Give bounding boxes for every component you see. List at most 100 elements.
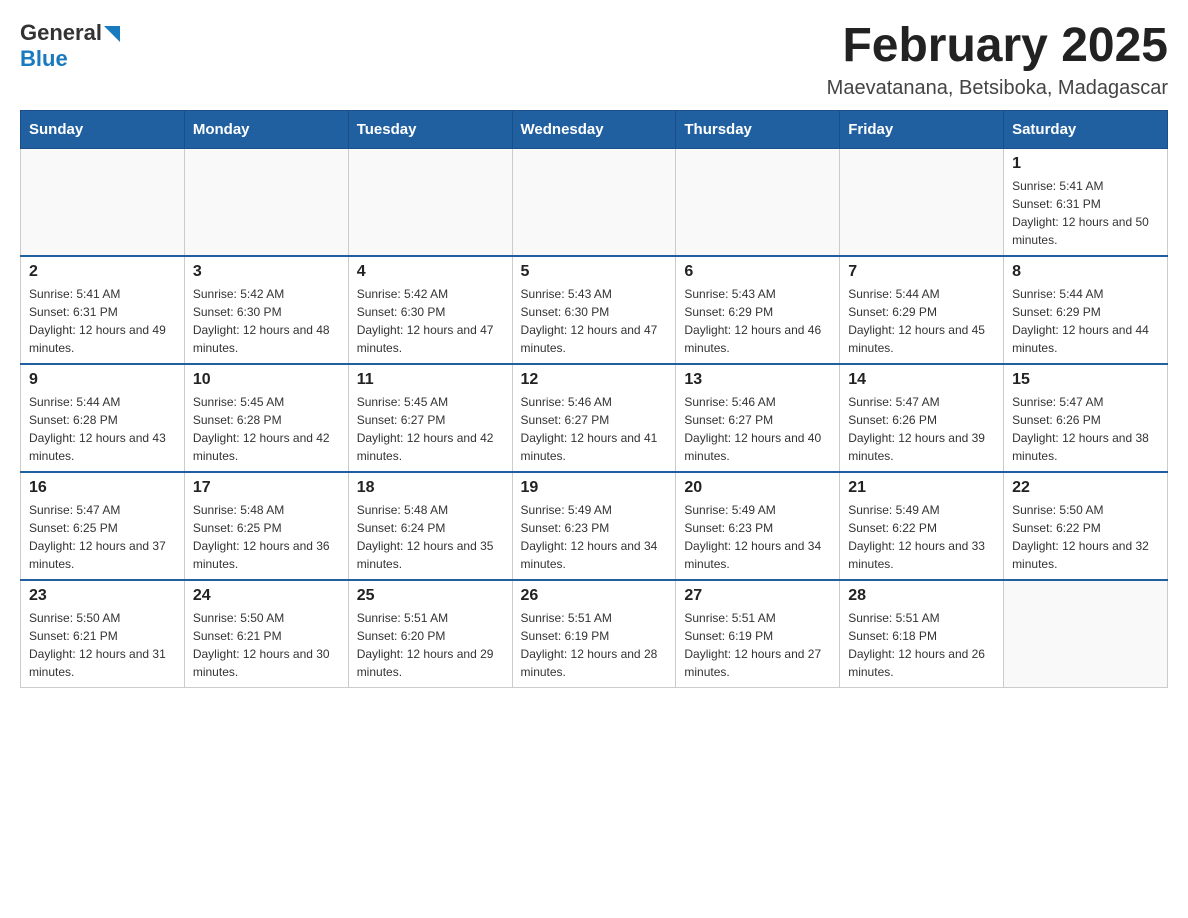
day-number: 21 bbox=[848, 479, 995, 497]
day-info: Sunrise: 5:46 AMSunset: 6:27 PMDaylight:… bbox=[521, 393, 668, 465]
day-number: 3 bbox=[193, 263, 340, 281]
calendar-table: Sunday Monday Tuesday Wednesday Thursday… bbox=[20, 110, 1168, 688]
day-cell: 25Sunrise: 5:51 AMSunset: 6:20 PMDayligh… bbox=[348, 580, 512, 688]
page-header: General Blue February 2025 Maevatanana, … bbox=[20, 20, 1168, 100]
day-number: 6 bbox=[684, 263, 831, 281]
day-cell: 15Sunrise: 5:47 AMSunset: 6:26 PMDayligh… bbox=[1004, 364, 1168, 472]
day-number: 24 bbox=[193, 587, 340, 605]
day-number: 27 bbox=[684, 587, 831, 605]
logo-blue-text: Blue bbox=[20, 46, 68, 72]
day-info: Sunrise: 5:44 AMSunset: 6:29 PMDaylight:… bbox=[1012, 285, 1159, 357]
day-number: 23 bbox=[29, 587, 176, 605]
day-cell bbox=[676, 148, 840, 256]
day-info: Sunrise: 5:43 AMSunset: 6:29 PMDaylight:… bbox=[684, 285, 831, 357]
logo-arrow-icon bbox=[104, 26, 120, 42]
day-number: 20 bbox=[684, 479, 831, 497]
day-info: Sunrise: 5:42 AMSunset: 6:30 PMDaylight:… bbox=[357, 285, 504, 357]
week-row-3: 16 Sunrise: 5:47 AMSunset: 6:25 PMDayligh… bbox=[21, 472, 1168, 580]
day-cell bbox=[512, 148, 676, 256]
weekday-header-row: Sunday Monday Tuesday Wednesday Thursday… bbox=[21, 110, 1168, 148]
header-friday: Friday bbox=[840, 110, 1004, 148]
day-cell: 4 Sunrise: 5:42 AMSunset: 6:30 PMDaylight… bbox=[348, 256, 512, 364]
day-cell: 21 Sunrise: 5:49 AMSunset: 6:22 PMDayligh… bbox=[840, 472, 1004, 580]
calendar-title: February 2025 bbox=[827, 20, 1168, 73]
day-cell bbox=[21, 148, 185, 256]
day-info: Sunrise: 5:47 AMSunset: 6:25 PMDaylight:… bbox=[29, 501, 176, 573]
day-info: Sunrise: 5:51 AMSunset: 6:18 PMDaylight:… bbox=[848, 609, 995, 681]
day-info: Sunrise: 5:41 AMSunset: 6:31 PMDaylight:… bbox=[29, 285, 176, 357]
day-number: 9 bbox=[29, 371, 176, 389]
day-info: Sunrise: 5:51 AMSunset: 6:19 PMDaylight:… bbox=[521, 609, 668, 681]
day-info: Sunrise: 5:48 AMSunset: 6:24 PMDaylight:… bbox=[357, 501, 504, 573]
header-monday: Monday bbox=[184, 110, 348, 148]
header-thursday: Thursday bbox=[676, 110, 840, 148]
day-number: 13 bbox=[684, 371, 831, 389]
header-tuesday: Tuesday bbox=[348, 110, 512, 148]
day-info: Sunrise: 5:50 AMSunset: 6:21 PMDaylight:… bbox=[193, 609, 340, 681]
day-number: 14 bbox=[848, 371, 995, 389]
week-row-0: 1 Sunrise: 5:41 AMSunset: 6:31 PMDaylight… bbox=[21, 148, 1168, 256]
day-info: Sunrise: 5:51 AMSunset: 6:20 PMDaylight:… bbox=[357, 609, 504, 681]
day-number: 17 bbox=[193, 479, 340, 497]
day-cell: 10 Sunrise: 5:45 AMSunset: 6:28 PMDayligh… bbox=[184, 364, 348, 472]
day-number: 2 bbox=[29, 263, 176, 281]
day-number: 8 bbox=[1012, 263, 1159, 281]
day-number: 5 bbox=[521, 263, 668, 281]
day-number: 1 bbox=[1012, 155, 1159, 173]
day-cell: 23 Sunrise: 5:50 AMSunset: 6:21 PMDayligh… bbox=[21, 580, 185, 688]
title-block: February 2025 Maevatanana, Betsiboka, Ma… bbox=[827, 20, 1168, 100]
day-number: 11 bbox=[357, 371, 504, 389]
week-row-4: 23 Sunrise: 5:50 AMSunset: 6:21 PMDayligh… bbox=[21, 580, 1168, 688]
day-cell: 22Sunrise: 5:50 AMSunset: 6:22 PMDayligh… bbox=[1004, 472, 1168, 580]
day-info: Sunrise: 5:49 AMSunset: 6:22 PMDaylight:… bbox=[848, 501, 995, 573]
day-number: 7 bbox=[848, 263, 995, 281]
day-info: Sunrise: 5:44 AMSunset: 6:28 PMDaylight:… bbox=[29, 393, 176, 465]
day-info: Sunrise: 5:49 AMSunset: 6:23 PMDaylight:… bbox=[521, 501, 668, 573]
day-cell: 11 Sunrise: 5:45 AMSunset: 6:27 PMDayligh… bbox=[348, 364, 512, 472]
day-cell: 2 Sunrise: 5:41 AMSunset: 6:31 PMDaylight… bbox=[21, 256, 185, 364]
day-info: Sunrise: 5:47 AMSunset: 6:26 PMDaylight:… bbox=[848, 393, 995, 465]
day-cell: 3 Sunrise: 5:42 AMSunset: 6:30 PMDaylight… bbox=[184, 256, 348, 364]
day-info: Sunrise: 5:50 AMSunset: 6:21 PMDaylight:… bbox=[29, 609, 176, 681]
day-number: 12 bbox=[521, 371, 668, 389]
day-cell: 8 Sunrise: 5:44 AMSunset: 6:29 PMDaylight… bbox=[1004, 256, 1168, 364]
day-number: 19 bbox=[521, 479, 668, 497]
header-wednesday: Wednesday bbox=[512, 110, 676, 148]
day-cell bbox=[840, 148, 1004, 256]
day-number: 28 bbox=[848, 587, 995, 605]
day-number: 16 bbox=[29, 479, 176, 497]
day-cell: 27 Sunrise: 5:51 AMSunset: 6:19 PMDayligh… bbox=[676, 580, 840, 688]
day-cell: 13 Sunrise: 5:46 AMSunset: 6:27 PMDayligh… bbox=[676, 364, 840, 472]
day-info: Sunrise: 5:51 AMSunset: 6:19 PMDaylight:… bbox=[684, 609, 831, 681]
day-cell: 28 Sunrise: 5:51 AMSunset: 6:18 PMDayligh… bbox=[840, 580, 1004, 688]
day-cell: 5 Sunrise: 5:43 AMSunset: 6:30 PMDaylight… bbox=[512, 256, 676, 364]
week-row-1: 2 Sunrise: 5:41 AMSunset: 6:31 PMDaylight… bbox=[21, 256, 1168, 364]
day-cell: 18 Sunrise: 5:48 AMSunset: 6:24 PMDayligh… bbox=[348, 472, 512, 580]
day-cell: 20Sunrise: 5:49 AMSunset: 6:23 PMDayligh… bbox=[676, 472, 840, 580]
day-cell: 16 Sunrise: 5:47 AMSunset: 6:25 PMDayligh… bbox=[21, 472, 185, 580]
day-cell: 9 Sunrise: 5:44 AMSunset: 6:28 PMDaylight… bbox=[21, 364, 185, 472]
day-number: 15 bbox=[1012, 371, 1159, 389]
day-cell: 24 Sunrise: 5:50 AMSunset: 6:21 PMDayligh… bbox=[184, 580, 348, 688]
day-number: 4 bbox=[357, 263, 504, 281]
day-info: Sunrise: 5:45 AMSunset: 6:27 PMDaylight:… bbox=[357, 393, 504, 465]
day-info: Sunrise: 5:42 AMSunset: 6:30 PMDaylight:… bbox=[193, 285, 340, 357]
day-cell: 1 Sunrise: 5:41 AMSunset: 6:31 PMDaylight… bbox=[1004, 148, 1168, 256]
header-sunday: Sunday bbox=[21, 110, 185, 148]
day-info: Sunrise: 5:48 AMSunset: 6:25 PMDaylight:… bbox=[193, 501, 340, 573]
day-cell bbox=[1004, 580, 1168, 688]
day-info: Sunrise: 5:46 AMSunset: 6:27 PMDaylight:… bbox=[684, 393, 831, 465]
day-number: 18 bbox=[357, 479, 504, 497]
day-info: Sunrise: 5:43 AMSunset: 6:30 PMDaylight:… bbox=[521, 285, 668, 357]
day-cell: 19 Sunrise: 5:49 AMSunset: 6:23 PMDayligh… bbox=[512, 472, 676, 580]
day-cell: 7 Sunrise: 5:44 AMSunset: 6:29 PMDaylight… bbox=[840, 256, 1004, 364]
day-number: 10 bbox=[193, 371, 340, 389]
day-cell: 6 Sunrise: 5:43 AMSunset: 6:29 PMDaylight… bbox=[676, 256, 840, 364]
day-cell: 26Sunrise: 5:51 AMSunset: 6:19 PMDayligh… bbox=[512, 580, 676, 688]
logo: General Blue bbox=[20, 20, 120, 72]
day-info: Sunrise: 5:41 AMSunset: 6:31 PMDaylight:… bbox=[1012, 177, 1159, 249]
day-info: Sunrise: 5:44 AMSunset: 6:29 PMDaylight:… bbox=[848, 285, 995, 357]
day-number: 22 bbox=[1012, 479, 1159, 497]
day-cell bbox=[184, 148, 348, 256]
day-info: Sunrise: 5:45 AMSunset: 6:28 PMDaylight:… bbox=[193, 393, 340, 465]
